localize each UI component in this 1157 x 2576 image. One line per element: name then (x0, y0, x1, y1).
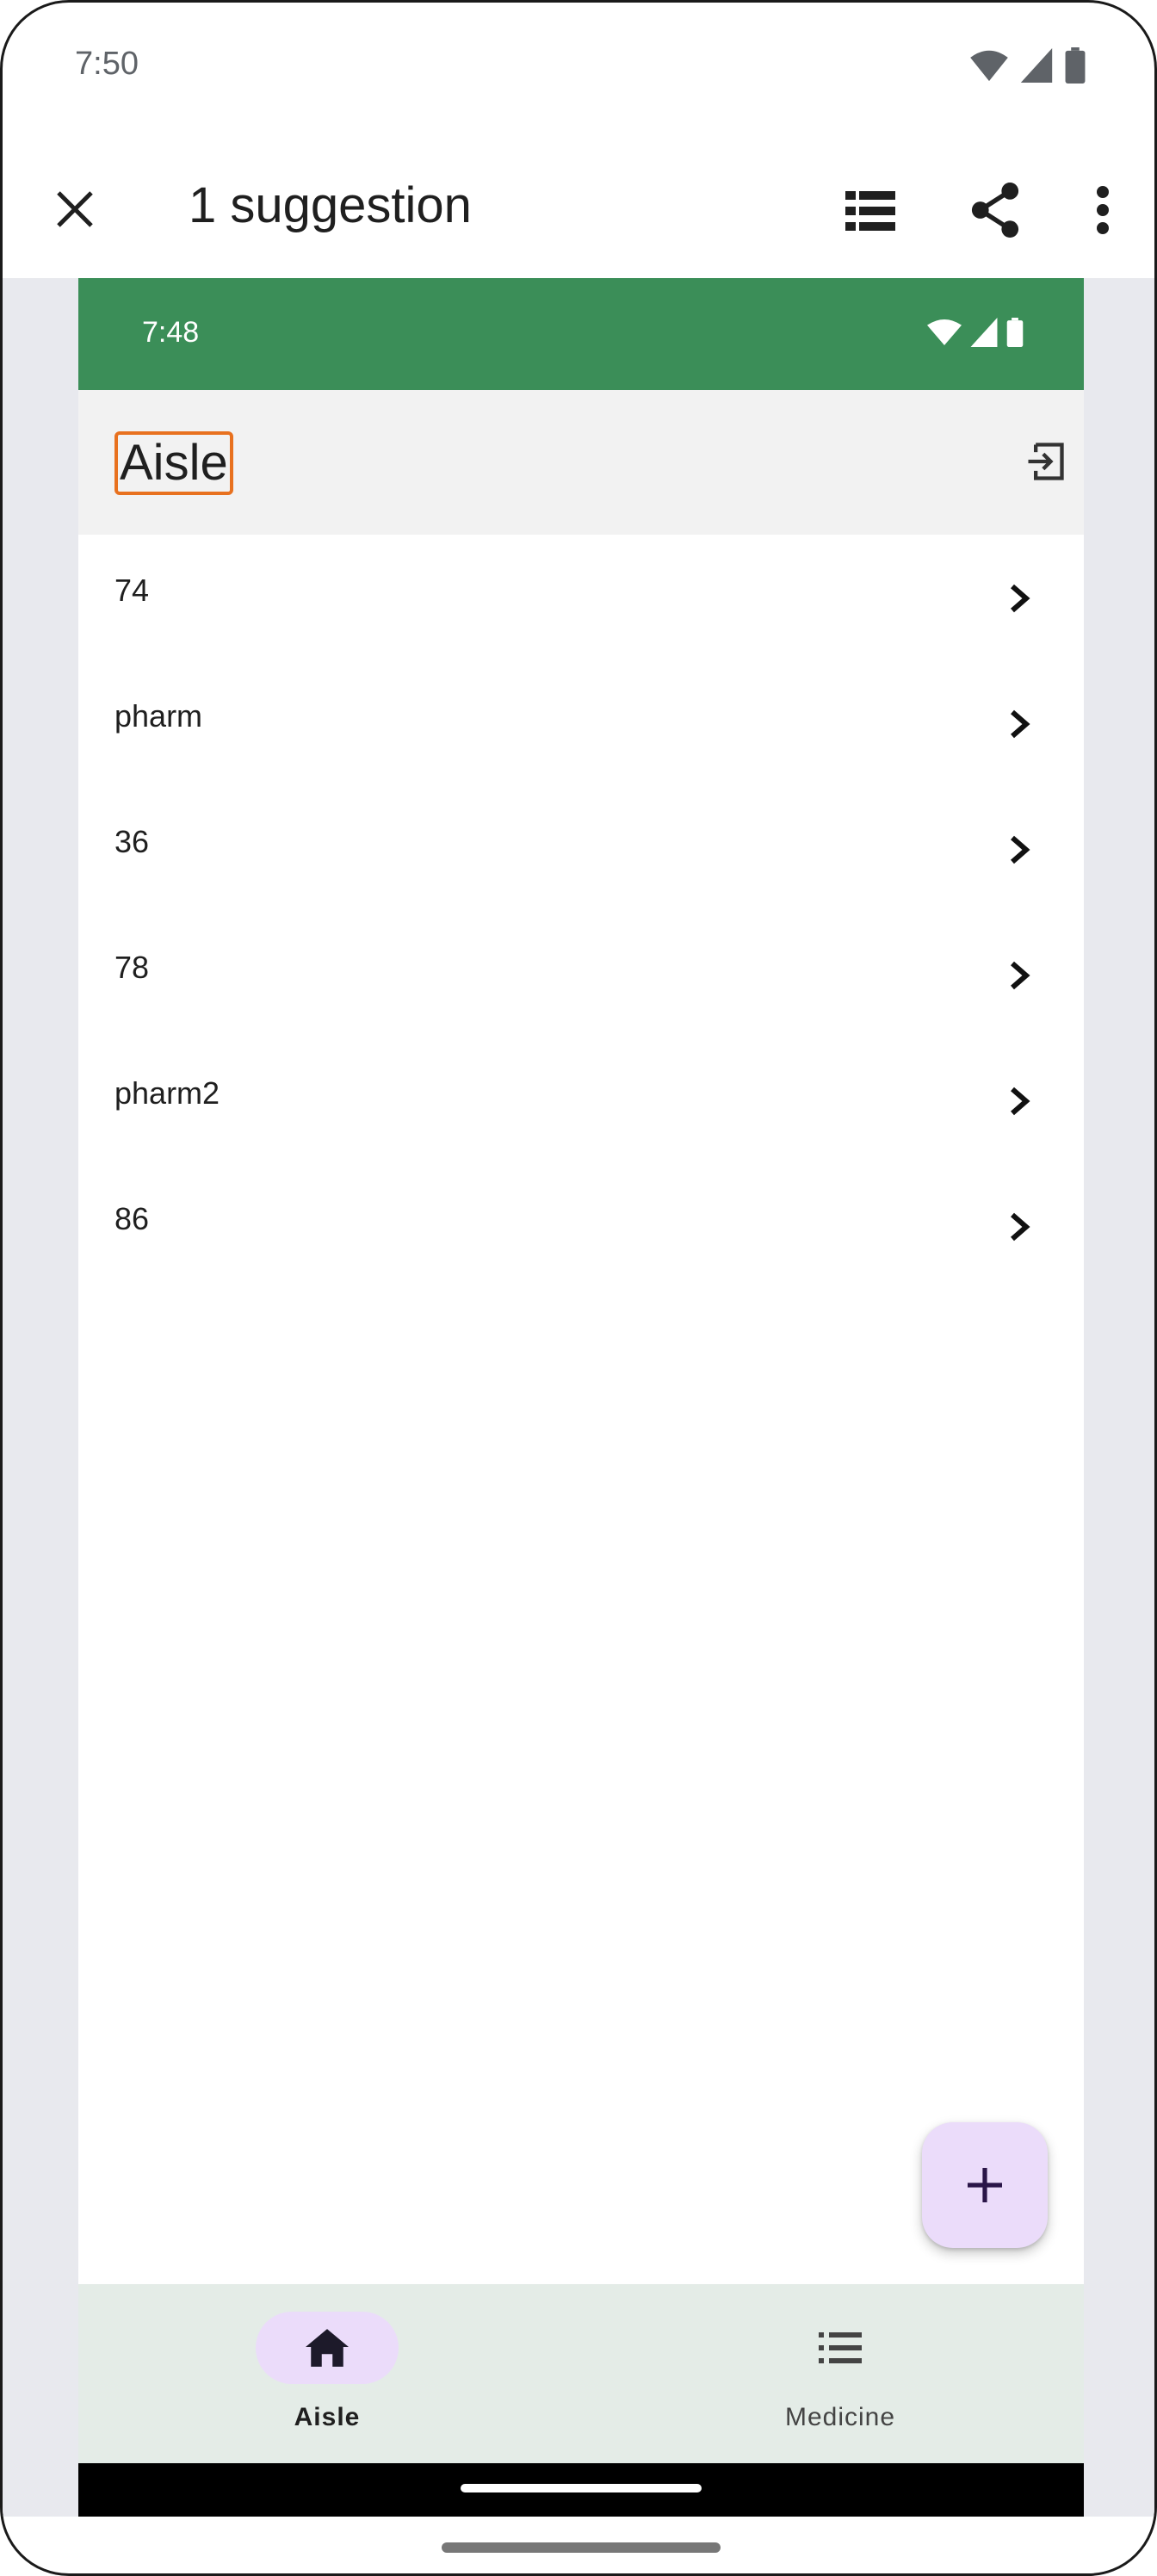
more-vert-icon (1097, 186, 1109, 234)
chevron-right-icon (1003, 955, 1037, 996)
home-icon (306, 2329, 349, 2367)
chevron-right-icon (1003, 703, 1037, 745)
share-button[interactable] (965, 180, 1025, 240)
list-item-label: 78 (114, 950, 150, 985)
nav-indicator (769, 2312, 912, 2384)
gesture-handle[interactable] (442, 2542, 721, 2553)
list-item-label: 74 (114, 573, 150, 608)
inner-status-time: 7:48 (142, 316, 200, 349)
battery-icon (1065, 47, 1086, 84)
list-item-label: pharm2 (114, 1075, 220, 1111)
list-icon (819, 2332, 862, 2363)
view-list-icon (845, 191, 895, 231)
list-view-button[interactable] (843, 183, 898, 238)
list-item[interactable]: 36 (78, 786, 1084, 912)
wifi-icon (927, 319, 962, 345)
aisle-list: 74 pharm 36 78 pharm2 86 (78, 535, 1084, 1289)
inner-status-icons (927, 318, 1024, 347)
system-status-bar: 7:50 (3, 3, 1154, 132)
nav-item-aisle[interactable]: Aisle (152, 2284, 497, 2463)
nav-indicator (256, 2312, 399, 2384)
top-app-bar: 1 suggestion (3, 140, 1154, 278)
page-title: 1 suggestion (189, 177, 472, 233)
battery-icon (1006, 318, 1024, 347)
signal-icon (1020, 48, 1053, 83)
share-icon (971, 183, 1019, 238)
status-icons (970, 47, 1086, 84)
close-icon (57, 191, 93, 227)
list-item-label: 36 (114, 824, 150, 859)
list-item-label: pharm (114, 698, 203, 734)
list-item[interactable]: 74 (78, 535, 1084, 660)
list-item[interactable]: 78 (78, 912, 1084, 1037)
wifi-icon (970, 50, 1008, 82)
logout-icon (1028, 443, 1064, 480)
chevron-right-icon (1003, 1081, 1037, 1122)
inner-gesture-bar (78, 2463, 1084, 2517)
plus-icon (968, 2168, 1002, 2202)
list-item-label: 86 (114, 1201, 150, 1236)
device-frame: 7:50 1 suggestion 7:48 Aisle 74 pharm 36… (0, 0, 1157, 2576)
more-options-button[interactable] (1082, 180, 1123, 240)
screen-title: Aisle (114, 431, 233, 495)
gesture-handle (461, 2484, 702, 2492)
nav-item-medicine[interactable]: Medicine (665, 2284, 1010, 2463)
chevron-right-icon (1003, 829, 1037, 870)
status-time: 7:50 (75, 46, 139, 82)
signal-icon (970, 318, 998, 347)
nav-label: Medicine (784, 2403, 896, 2431)
list-item[interactable]: 86 (78, 1163, 1084, 1289)
close-button[interactable] (49, 183, 101, 235)
logout-button[interactable] (1018, 435, 1072, 488)
list-item[interactable]: pharm2 (78, 1037, 1084, 1163)
list-item[interactable]: pharm (78, 660, 1084, 786)
chevron-right-icon (1003, 578, 1037, 619)
add-aisle-button[interactable] (922, 2122, 1048, 2248)
embedded-screenshot: 7:48 Aisle 74 pharm 36 78 pharm2 86 Aisl… (78, 278, 1084, 2517)
screen-header: Aisle (78, 390, 1084, 535)
inner-status-bar: 7:48 (78, 278, 1084, 390)
nav-label: Aisle (294, 2403, 361, 2431)
chevron-right-icon (1003, 1206, 1037, 1248)
bottom-navigation: Aisle Medicine (78, 2284, 1084, 2463)
